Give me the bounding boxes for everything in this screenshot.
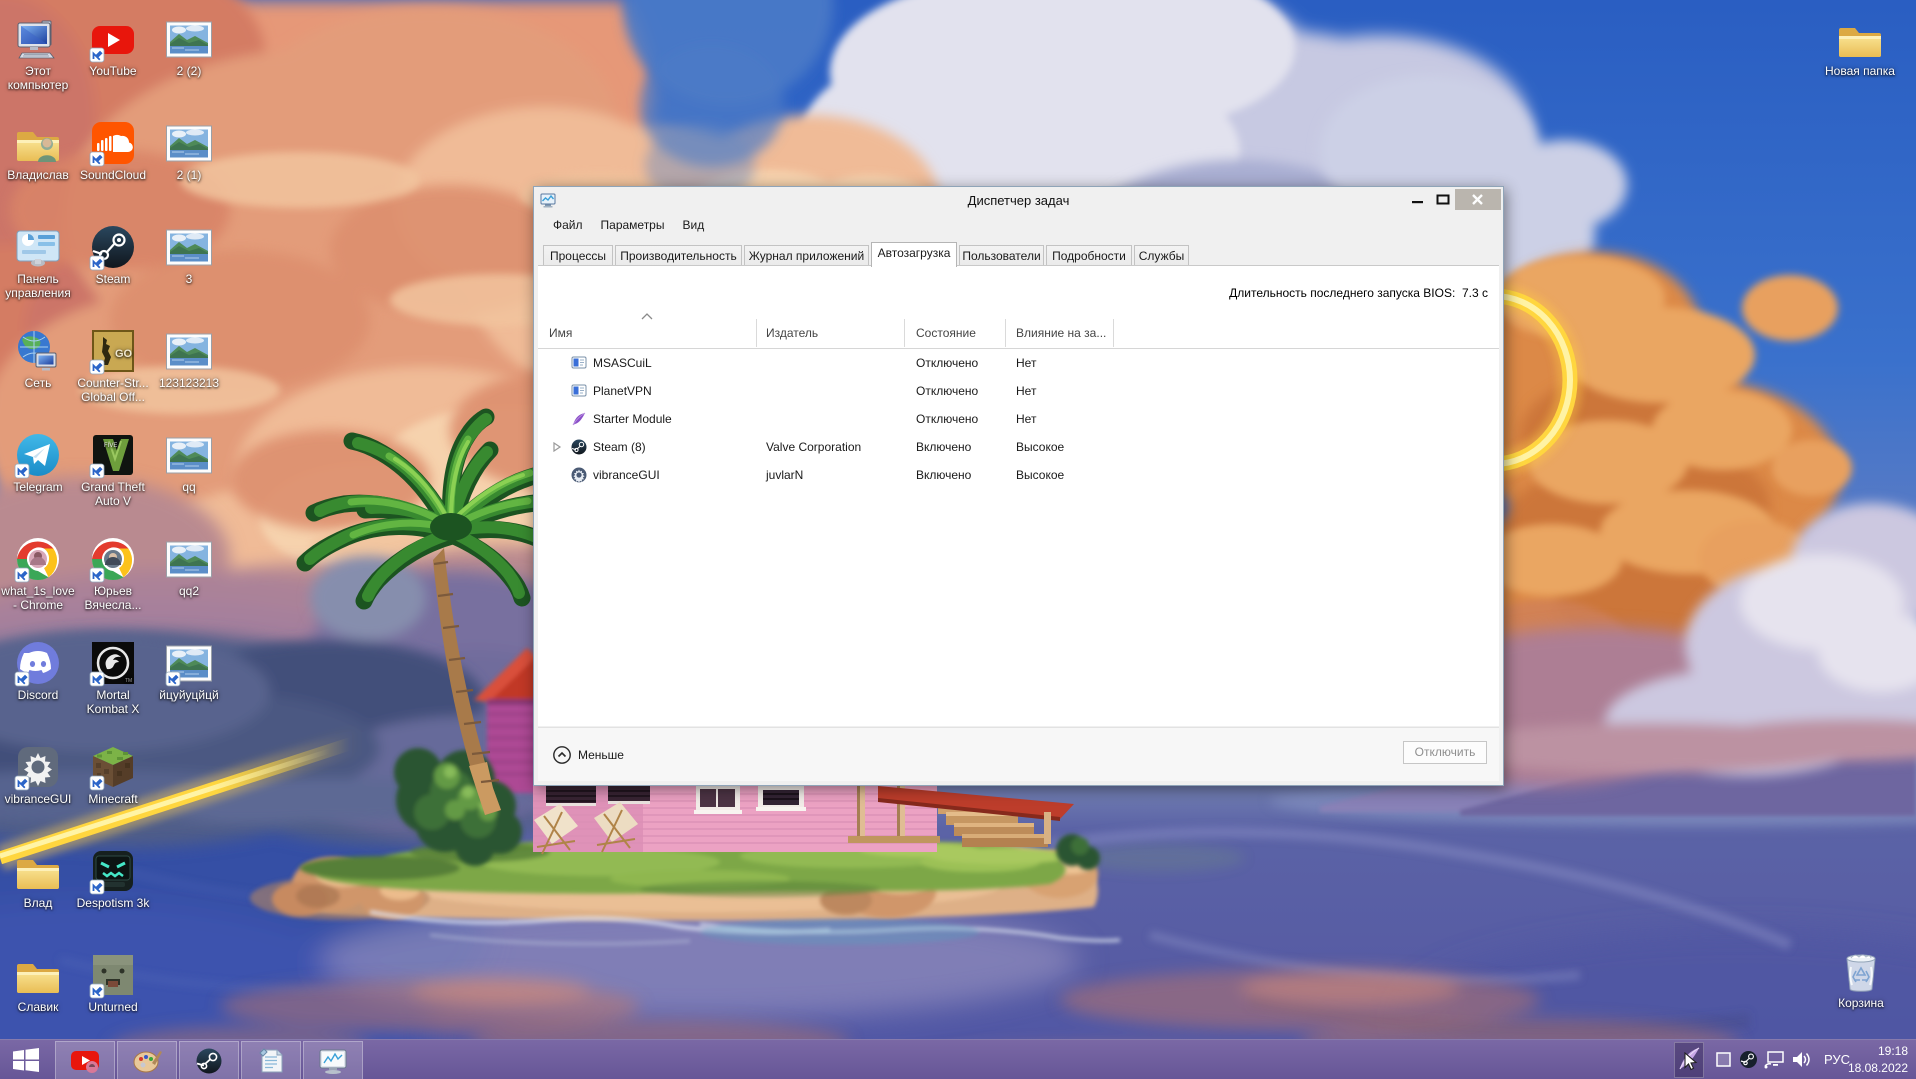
svg-text:GO: GO (115, 348, 133, 360)
svg-text:TM: TM (125, 678, 132, 684)
svg-text:Меньше: Меньше (578, 748, 624, 762)
svg-text:FIVE: FIVE (104, 443, 117, 449)
